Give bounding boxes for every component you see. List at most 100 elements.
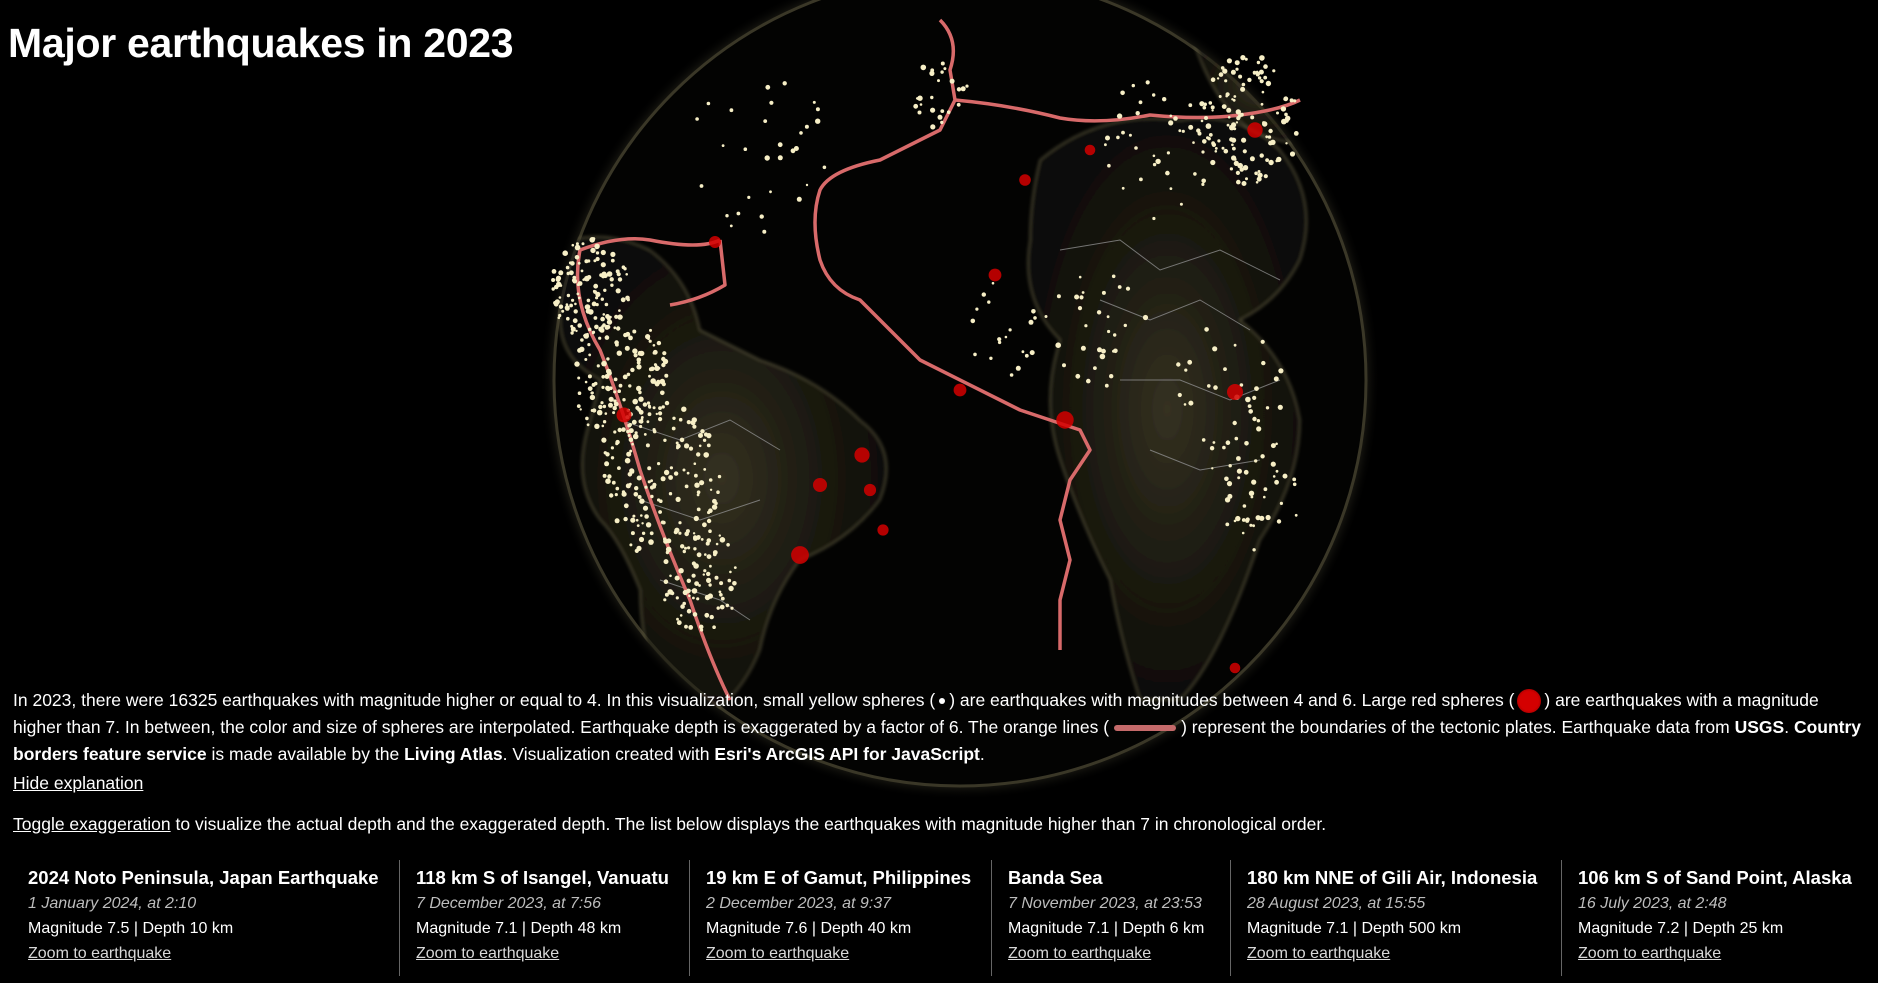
minor-earthquake-point — [1238, 114, 1242, 118]
minor-earthquake-point — [804, 124, 809, 129]
toggle-exaggeration-link[interactable]: Toggle exaggeration — [13, 814, 171, 834]
minor-earthquake-point — [1260, 454, 1265, 459]
minor-earthquake-point — [1250, 115, 1255, 120]
minor-earthquake-point — [1263, 495, 1266, 499]
minor-earthquake-point — [1074, 294, 1080, 300]
minor-earthquake-point — [733, 566, 737, 569]
minor-earthquake-point — [1080, 345, 1086, 351]
list-intro-text: to visualize the actual depth and the ex… — [170, 814, 1327, 834]
minor-earthquake-point — [588, 353, 592, 357]
minor-earthquake-point — [571, 243, 575, 247]
minor-earthquake-point — [574, 244, 581, 251]
zoom-to-earthquake-link[interactable]: Zoom to earthquake — [1578, 945, 1721, 962]
minor-earthquake-point — [981, 292, 986, 297]
minor-earthquake-point — [729, 224, 733, 228]
minor-earthquake-point — [594, 244, 599, 250]
minor-earthquake-point — [1218, 95, 1222, 98]
minor-earthquake-point — [645, 522, 652, 528]
minor-earthquake-point — [1120, 90, 1125, 96]
minor-earthquake-point — [602, 420, 607, 424]
minor-earthquake-point — [1262, 121, 1268, 127]
minor-earthquake-point — [1201, 178, 1206, 184]
minor-earthquake-point — [1268, 140, 1273, 146]
minor-earthquake-point — [1201, 150, 1205, 154]
earthquake-date: 28 August 2023, at 15:55 — [1247, 895, 1426, 912]
minor-earthquake-point — [1029, 350, 1035, 356]
minor-earthquake-point — [1282, 473, 1288, 479]
zoom-to-earthquake-link[interactable]: Zoom to earthquake — [416, 945, 559, 962]
zoom-to-earthquake-link[interactable]: Zoom to earthquake — [706, 945, 849, 962]
minor-earthquake-point — [610, 446, 615, 450]
minor-earthquake-point — [727, 578, 732, 583]
minor-earthquake-point — [664, 373, 669, 378]
earthquake-details: Magnitude 7.2 | Depth 25 km — [1578, 920, 1784, 937]
minor-earthquake-point — [686, 420, 691, 425]
minor-earthquake-point — [940, 109, 945, 113]
minor-earthquake-point — [630, 531, 635, 536]
minor-earthquake-point — [930, 107, 936, 113]
minor-earthquake-point — [725, 603, 730, 608]
zoom-to-earthquake-link[interactable]: Zoom to earthquake — [1247, 945, 1390, 962]
minor-earthquake-point — [930, 124, 936, 130]
minor-earthquake-point — [1107, 329, 1111, 334]
minor-earthquake-point — [1111, 274, 1116, 279]
minor-earthquake-point — [617, 427, 622, 433]
minor-earthquake-point — [593, 283, 599, 289]
minor-earthquake-point — [1078, 275, 1082, 279]
zoom-to-earthquake-link[interactable]: Zoom to earthquake — [28, 945, 171, 962]
minor-earthquake-point — [965, 84, 969, 88]
minor-earthquake-point — [1245, 518, 1250, 523]
minor-earthquake-point — [618, 309, 621, 312]
minor-earthquake-point — [1261, 90, 1265, 94]
minor-earthquake-point — [601, 360, 607, 367]
minor-earthquake-point — [1259, 79, 1264, 84]
minor-earthquake-point — [696, 552, 702, 558]
minor-earthquake-point — [692, 596, 695, 600]
minor-earthquake-point — [659, 499, 663, 504]
minor-earthquake-point — [632, 398, 638, 405]
earthquake-card: Banda Sea 7 November 2023, at 23:53 Magn… — [992, 860, 1231, 976]
minor-earthquake-point — [1254, 459, 1258, 463]
minor-earthquake-point — [574, 254, 580, 260]
minor-earthquake-point — [696, 490, 701, 495]
minor-earthquake-point — [1283, 97, 1287, 101]
minor-earthquake-point — [1234, 60, 1240, 66]
minor-earthquake-point — [913, 103, 919, 109]
minor-earthquake-point — [703, 569, 707, 573]
minor-earthquake-point — [1211, 142, 1217, 147]
minor-earthquake-point — [1197, 131, 1202, 136]
minor-earthquake-point — [604, 412, 608, 415]
minor-earthquake-point — [1222, 445, 1226, 450]
minor-earthquake-point — [601, 437, 607, 443]
major-earthquake-point — [1227, 384, 1243, 400]
minor-earthquake-point — [602, 323, 606, 327]
minor-earthquake-point — [1152, 162, 1157, 167]
minor-earthquake-point — [682, 549, 686, 554]
hide-explanation-link[interactable]: Hide explanation — [13, 770, 143, 797]
minor-earthquake-point — [692, 424, 697, 429]
minor-earthquake-point — [1263, 64, 1268, 69]
earthquake-details: Magnitude 7.1 | Depth 6 km — [1008, 920, 1205, 937]
minor-earthquake-point — [1232, 98, 1236, 102]
minor-earthquake-point — [615, 439, 620, 445]
minor-earthquake-point — [676, 620, 682, 626]
earthquake-details: Magnitude 7.6 | Depth 40 km — [706, 920, 912, 937]
minor-earthquake-point — [599, 327, 605, 333]
minor-earthquake-point — [1237, 476, 1241, 480]
minor-earthquake-point — [1109, 374, 1114, 379]
minor-earthquake-point — [1293, 131, 1299, 136]
minor-earthquake-point — [610, 283, 614, 287]
minor-earthquake-point — [608, 396, 614, 402]
minor-earthquake-point — [647, 466, 652, 471]
minor-earthquake-point — [1270, 461, 1276, 467]
zoom-to-earthquake-link[interactable]: Zoom to earthquake — [1008, 945, 1151, 962]
minor-earthquake-point — [1276, 519, 1282, 524]
minor-earthquake-point — [940, 61, 945, 66]
minor-earthquake-point — [1231, 122, 1237, 128]
minor-earthquake-point — [1250, 495, 1254, 499]
globe-scene-view[interactable] — [0, 0, 1878, 983]
minor-earthquake-point — [668, 492, 673, 496]
minor-earthquake-point — [747, 195, 751, 199]
minor-earthquake-point — [637, 350, 643, 356]
minor-earthquake-point — [652, 406, 656, 410]
